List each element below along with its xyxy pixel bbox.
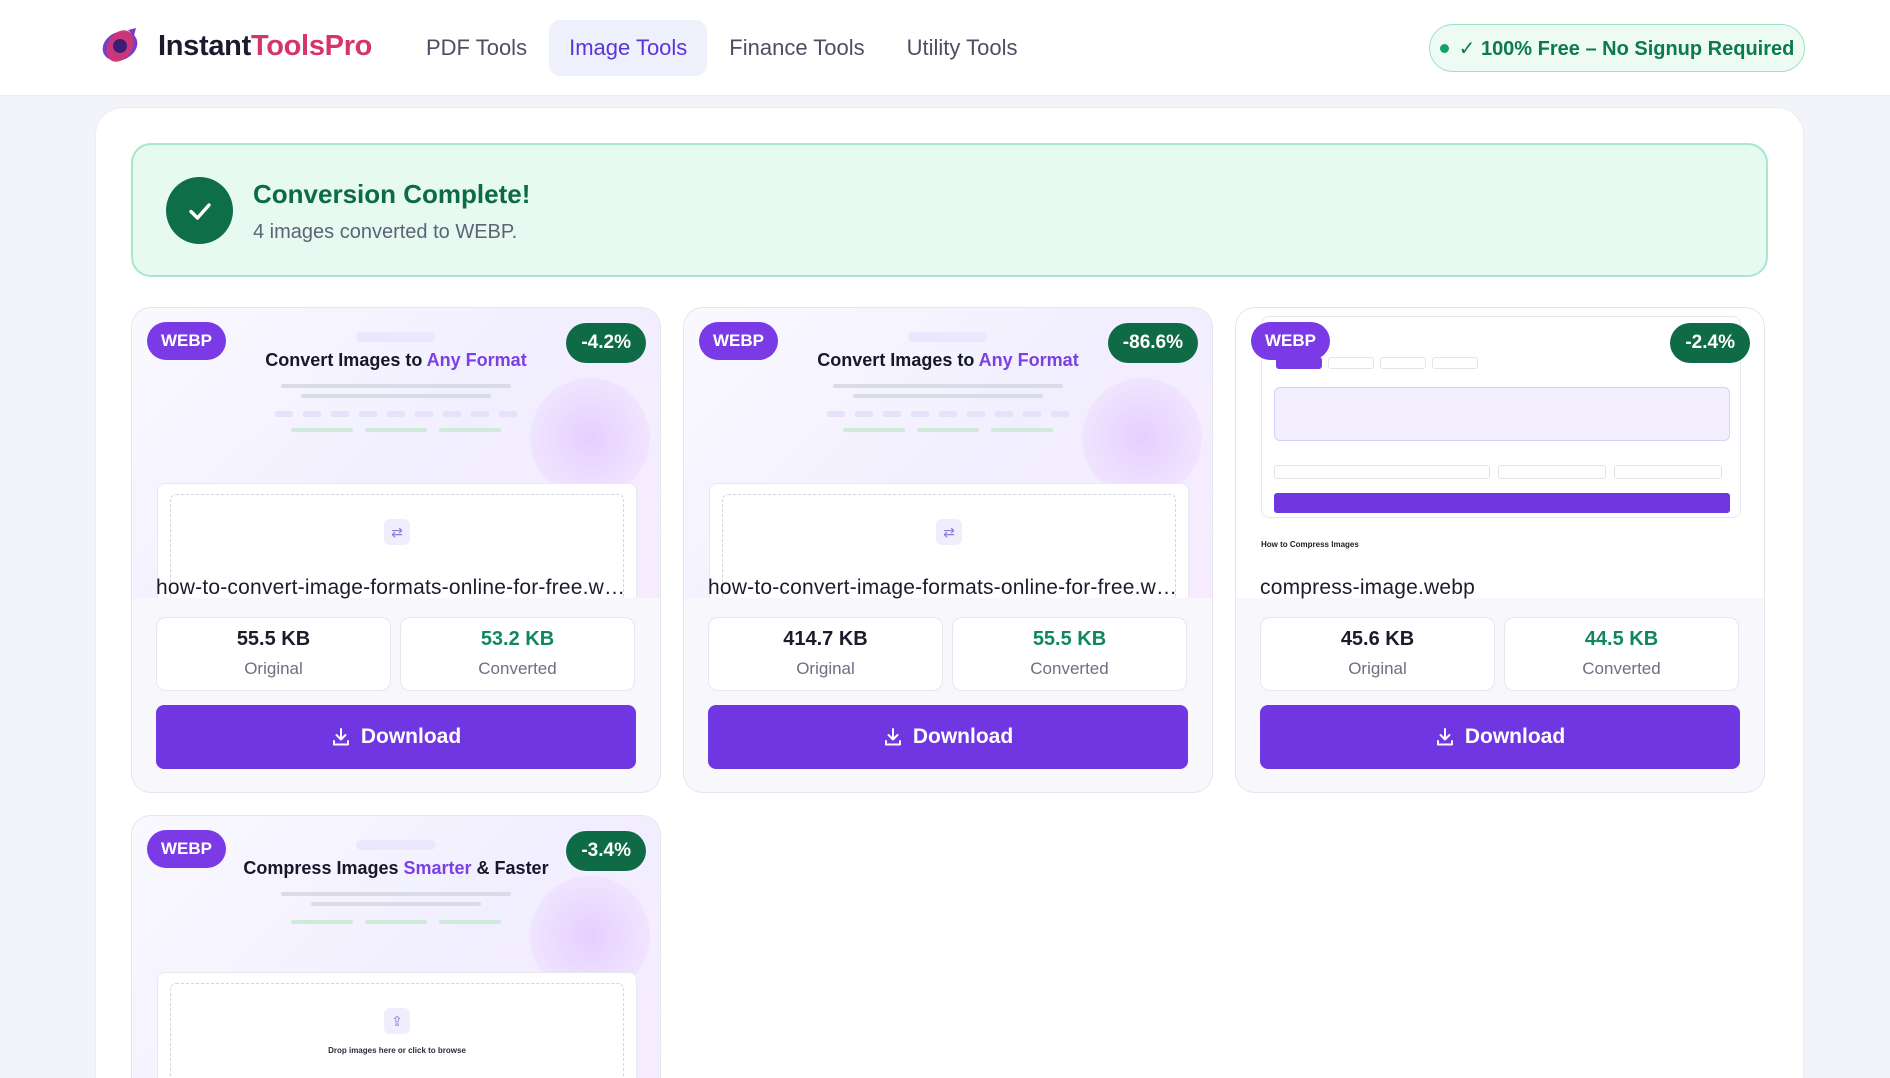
converted-size-box: 53.2 KB Converted [400,617,635,691]
converted-label: Converted [1582,659,1661,678]
preview-heading-a: Compress Images [243,858,404,878]
free-badge: ✓ 100% Free – No Signup Required [1429,24,1805,72]
result-card: Compress Images Smarter & Faster ⇪ Drop … [131,815,661,1078]
size-change-badge: -86.6% [1107,323,1198,363]
main-nav: PDF Tools Image Tools Finance Tools Util… [406,20,1040,76]
convert-arrows-icon: ⇄ [384,519,410,545]
converted-label: Converted [1030,659,1109,678]
logo[interactable]: InstantToolsPro [98,24,372,68]
nav-finance-tools[interactable]: Finance Tools [709,20,884,76]
download-label: Download [360,725,462,748]
size-change-badge: -4.2% [566,323,646,363]
original-size-box: 45.6 KB Original [1260,617,1495,691]
nav-utility-tools[interactable]: Utility Tools [887,20,1038,76]
banner-title: Conversion Complete! [253,179,531,209]
converted-size-box: 44.5 KB Converted [1504,617,1739,691]
upload-icon: ⇪ [384,1008,410,1034]
converted-size: 55.5 KB [1032,628,1107,650]
convert-arrows-icon: ⇄ [936,519,962,545]
original-size: 414.7 KB [783,628,868,650]
result-card: How to Compress Images WEBP -2.4% compre… [1235,307,1765,793]
brand-name-part2: ToolsPro [250,29,373,62]
free-badge-label: ✓ 100% Free – No Signup Required [1458,37,1795,60]
download-button[interactable]: Download [1260,705,1740,769]
download-label: Download [1464,725,1566,748]
original-label: Original [796,659,855,678]
nav-pdf-tools[interactable]: PDF Tools [406,20,547,76]
original-size-box: 414.7 KB Original [708,617,943,691]
download-button[interactable]: Download [156,705,636,769]
original-label: Original [244,659,303,678]
status-dot-icon [1439,43,1449,53]
file-name: how-to-convert-image-formats-online-for-… [708,576,1188,599]
download-icon [884,728,901,746]
original-size: 45.6 KB [1340,628,1415,650]
format-badge: WEBP [147,322,226,360]
original-label: Original [1348,659,1407,678]
converted-size: 44.5 KB [1584,628,1659,650]
preview-heading-a: Convert Images to [817,350,979,370]
converted-label: Converted [478,659,557,678]
banner-subtitle: 4 images converted to WEBP. [253,221,518,243]
result-card: Convert Images to Any Format ⇄ WEBP -4.2… [131,307,661,793]
format-badge: WEBP [699,322,778,360]
original-size: 55.5 KB [236,628,311,650]
format-badge: WEBP [1251,322,1330,360]
check-circle-icon [166,177,233,244]
preview-heading-a: Convert Images to [265,350,427,370]
download-icon [1436,728,1453,746]
format-badge: WEBP [147,830,226,868]
top-header: InstantToolsPro PDF Tools Image Tools Fi… [0,0,1890,96]
preview-drop-text: Drop images here or click to browse [328,1046,466,1055]
download-label: Download [912,725,1014,748]
nav-image-tools[interactable]: Image Tools [549,20,708,76]
result-card: Convert Images to Any Format ⇄ WEBP -86.… [683,307,1213,793]
size-change-badge: -3.4% [566,831,646,871]
converted-size-box: 55.5 KB Converted [952,617,1187,691]
logo-icon [102,28,138,62]
size-change-badge: -2.4% [1670,323,1750,363]
preview-heading-b: Any Format [978,350,1079,370]
file-name: how-to-convert-image-formats-online-for-… [156,576,636,599]
preview-heading-b: Any Format [426,350,527,370]
file-name: compress-image.webp [1260,576,1476,599]
preview-section-title: How to Compress Images [1261,540,1359,549]
conversion-complete-banner: Conversion Complete! 4 images converted … [131,143,1768,277]
converted-size: 53.2 KB [480,628,555,650]
original-size-box: 55.5 KB Original [156,617,391,691]
preview-heading-c: & Faster [471,858,549,878]
download-icon [332,728,349,746]
brand-name: InstantToolsPro [158,30,372,63]
preview-heading-b: Smarter [403,858,472,878]
download-button[interactable]: Download [708,705,1188,769]
brand-name-part1: Instant [158,29,251,62]
